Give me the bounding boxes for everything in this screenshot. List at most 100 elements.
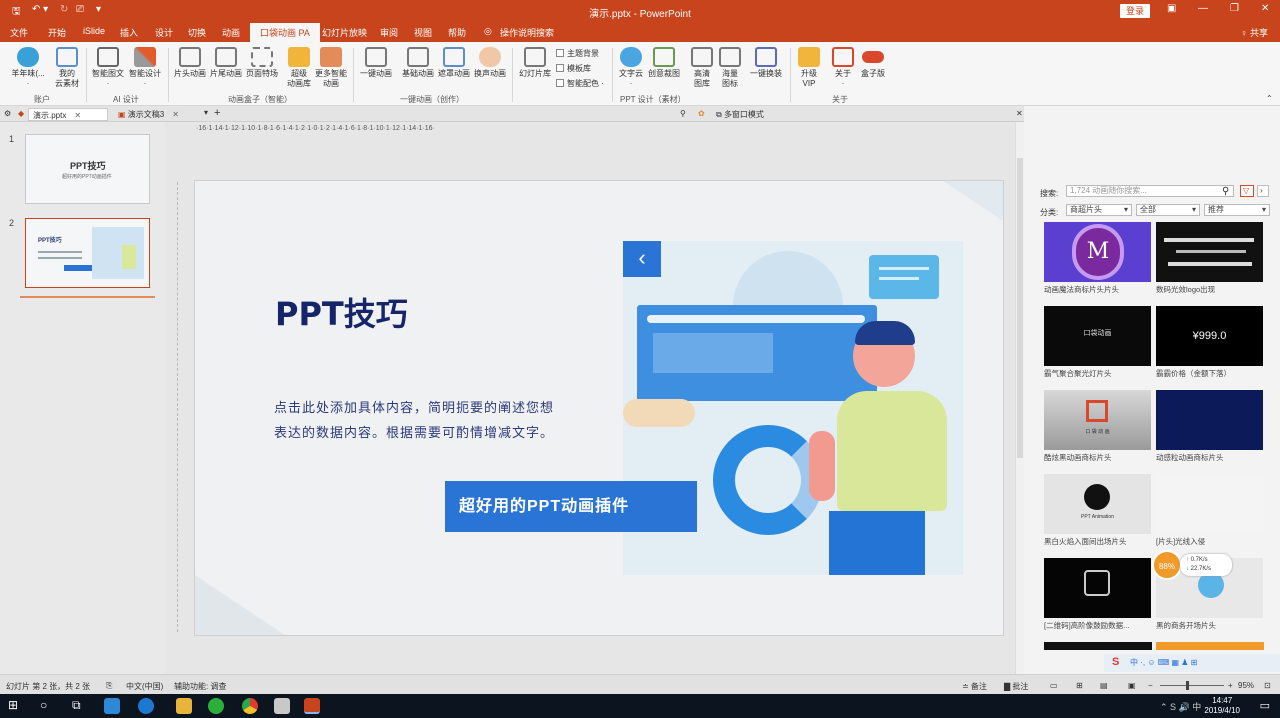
tab-insert[interactable]: 插入 bbox=[120, 26, 138, 39]
slide-thumbnail-2[interactable]: PPT技巧 bbox=[25, 218, 150, 288]
close-icon[interactable]: ✕ bbox=[1261, 3, 1269, 14]
tab-transitions[interactable]: 切换 bbox=[188, 26, 206, 39]
doc-tab-1[interactable]: 演示.pptx ✕ bbox=[28, 108, 108, 121]
search-input[interactable]: 1,724 动画随你搜索... bbox=[1066, 185, 1234, 197]
zoom-slider-thumb[interactable] bbox=[1186, 681, 1189, 690]
zoom-icon[interactable]: ⚲ bbox=[680, 109, 686, 118]
box-edition-button[interactable]: 盒子版 bbox=[858, 47, 888, 79]
tab-slideshow[interactable]: 幻灯片放映 bbox=[322, 26, 367, 39]
tab-pocket-animation[interactable]: 口袋动画 PA bbox=[250, 23, 320, 42]
animation-card-2[interactable] bbox=[1156, 222, 1263, 282]
page-transition-button[interactable]: 页面特场 bbox=[244, 47, 280, 79]
zoom-level[interactable]: 95% bbox=[1238, 681, 1254, 690]
notification-icon[interactable]: ▭ bbox=[1260, 699, 1270, 712]
voice-animation-button[interactable]: 换声动画 bbox=[472, 47, 508, 79]
opening-animation-button[interactable]: 片头动画 bbox=[172, 47, 208, 79]
share-button[interactable]: ♀ 共享 bbox=[1241, 26, 1268, 39]
animation-card-7[interactable]: PPT Animation bbox=[1044, 474, 1151, 534]
login-button[interactable]: 登录 bbox=[1120, 4, 1150, 18]
mask-animation-button[interactable]: 遮罩动画 bbox=[436, 47, 472, 79]
zoom-slider[interactable] bbox=[1160, 685, 1224, 686]
maximize-icon[interactable]: ❐ bbox=[1230, 3, 1239, 14]
template-library-button[interactable]: 模板库 bbox=[556, 63, 591, 74]
animation-card-3[interactable]: 口袋动画 bbox=[1044, 306, 1151, 366]
search-icon[interactable]: ○ bbox=[40, 698, 56, 714]
theme-background-button[interactable]: 主题背景 bbox=[556, 48, 599, 59]
ribbon-display-icon[interactable]: ▣ bbox=[1167, 3, 1176, 14]
gear-icon[interactable]: ✿ bbox=[698, 109, 705, 118]
cloud-material-button[interactable]: 我的 云素材 bbox=[52, 47, 82, 89]
reading-view-icon[interactable]: ▤ bbox=[1100, 681, 1108, 690]
chevron-right-icon[interactable]: › bbox=[1257, 185, 1269, 197]
tab-file[interactable]: 文件 bbox=[10, 26, 28, 39]
slide-title[interactable]: PPT技巧 bbox=[275, 289, 408, 335]
filter-icon[interactable]: ▽ bbox=[1240, 185, 1254, 197]
animation-card-4[interactable]: ¥999.0 bbox=[1156, 306, 1263, 366]
tray-icons[interactable]: ⌃ S 🔊 中 bbox=[1160, 700, 1201, 713]
slide-body-text[interactable]: 点击此处添加具体内容，简明扼要的阐述您想表达的数据内容。根据需要可酌情增减文字。 bbox=[274, 395, 556, 445]
tab-design[interactable]: 设计 bbox=[155, 26, 173, 39]
close-pane-icon[interactable]: ✕ bbox=[1016, 109, 1023, 118]
slide-thumbnail-1[interactable]: PPT技巧 超好用的PPT动画插件 bbox=[25, 134, 150, 204]
clock[interactable]: 14:47 2019/4/10 bbox=[1204, 696, 1240, 716]
account-button[interactable]: 羊年味(... · bbox=[6, 47, 50, 89]
search-icon[interactable]: ⚲ bbox=[1222, 186, 1229, 197]
hd-gallery-button[interactable]: 高清 图库 bbox=[688, 47, 716, 89]
spellcheck-icon[interactable]: ⎘ bbox=[106, 681, 112, 691]
collapse-ribbon-icon[interactable]: ⌃ bbox=[1266, 94, 1273, 103]
tell-me-search[interactable]: 操作说明搜索 bbox=[500, 26, 554, 39]
accessibility-status[interactable]: 辅助功能: 调查 bbox=[174, 681, 226, 692]
animation-card-8[interactable] bbox=[1156, 474, 1263, 534]
tab-islide[interactable]: iSlide bbox=[83, 26, 105, 36]
animation-card-1[interactable]: M bbox=[1044, 222, 1151, 282]
fit-to-window-icon[interactable]: ⊡ bbox=[1264, 681, 1271, 690]
slideshow-icon[interactable]: ▣ bbox=[1128, 681, 1136, 690]
language-indicator[interactable]: 中文(中国) bbox=[126, 681, 163, 692]
zoom-out-button[interactable]: − bbox=[1148, 681, 1153, 690]
multi-window-toggle[interactable]: ⧉ 多窗口模式 bbox=[716, 109, 764, 120]
app-icon[interactable] bbox=[274, 698, 290, 714]
category-select[interactable]: 商超片头 ▾ bbox=[1066, 204, 1132, 216]
close-tab-icon[interactable]: ✕ bbox=[172, 110, 179, 119]
vertical-ruler[interactable] bbox=[168, 182, 178, 632]
wechat-icon[interactable] bbox=[208, 698, 224, 714]
slide-highlight-button[interactable]: 超好用的PPT动画插件 bbox=[445, 481, 697, 532]
powerpoint-icon[interactable] bbox=[304, 698, 320, 714]
doc-tab-2[interactable]: ▣ 演示文稿3 ✕ bbox=[114, 108, 200, 121]
animation-card-9[interactable] bbox=[1044, 558, 1151, 618]
animation-card-6[interactable] bbox=[1156, 390, 1263, 450]
slide-library-button[interactable]: 幻灯片库 bbox=[516, 47, 554, 79]
slide-sorter-icon[interactable]: ⊞ bbox=[1076, 681, 1083, 690]
pin-icon[interactable]: ◆ bbox=[18, 109, 24, 118]
notes-button[interactable]: ≐ 备注 bbox=[962, 681, 987, 692]
horizontal-ruler[interactable]: ·16·1·14·1·12·1·10·1·8·1·6·1·4·1·2·1·0·1… bbox=[196, 125, 1006, 136]
one-click-reskin-button[interactable]: 一键换装 bbox=[746, 47, 786, 79]
ime-toolbar[interactable]: S 中 ·, ☺ ⌨ ▦ ♟ ⊞ bbox=[1104, 654, 1280, 672]
chrome-icon[interactable] bbox=[242, 698, 258, 714]
smart-graphic-button[interactable]: 智能图文 · bbox=[90, 47, 126, 89]
zoom-in-button[interactable]: + bbox=[1228, 681, 1233, 690]
tab-home[interactable]: 开始 bbox=[48, 26, 66, 39]
creative-crop-button[interactable]: 创意裁图 bbox=[646, 47, 682, 79]
new-tab-icon[interactable]: + bbox=[214, 107, 220, 119]
slide[interactable]: PPT技巧 点击此处添加具体内容，简明扼要的阐述您想表达的数据内容。根据需要可酌… bbox=[194, 180, 1004, 636]
tab-animations[interactable]: 动画 bbox=[222, 26, 240, 39]
task-view-icon[interactable]: ⧉ bbox=[72, 698, 88, 714]
tab-dropdown-icon[interactable]: ▾ bbox=[204, 108, 208, 117]
edge-icon[interactable] bbox=[138, 698, 154, 714]
close-tab-icon[interactable]: ✕ bbox=[74, 111, 81, 120]
one-click-animation-button[interactable]: 一键动画 bbox=[357, 47, 395, 79]
more-smart-animation-button[interactable]: 更多智能 动画 bbox=[314, 47, 348, 89]
minimize-icon[interactable]: — bbox=[1198, 3, 1208, 14]
sort-select[interactable]: 推荐 ▾ bbox=[1204, 204, 1270, 216]
file-explorer-icon[interactable] bbox=[176, 698, 192, 714]
tab-help[interactable]: 帮助 bbox=[448, 26, 466, 39]
settings-icon[interactable]: ⚙ bbox=[4, 109, 11, 118]
smart-design-button[interactable]: 智能设计 · bbox=[128, 47, 162, 89]
tab-review[interactable]: 审阅 bbox=[380, 26, 398, 39]
super-animation-library-button[interactable]: 超级 动画库 bbox=[284, 47, 314, 89]
ending-animation-button[interactable]: 片尾动画 bbox=[208, 47, 244, 79]
vertical-scrollbar[interactable] bbox=[1015, 122, 1024, 674]
type-select[interactable]: 全部 ▾ bbox=[1136, 204, 1200, 216]
tab-view[interactable]: 视图 bbox=[414, 26, 432, 39]
